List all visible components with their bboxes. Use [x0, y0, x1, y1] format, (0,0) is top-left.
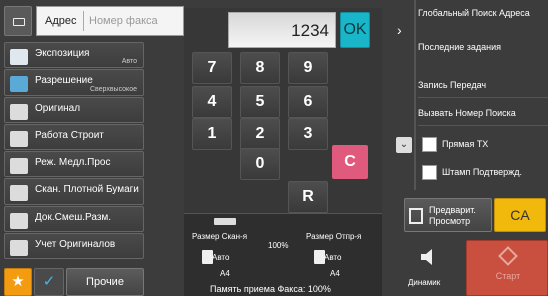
number-display-value: 1234 [291, 21, 329, 40]
ok-button[interactable]: OK [340, 12, 370, 48]
status-area: Размер Скан-я Авто A4 100% Размер Отпр-я… [184, 213, 382, 296]
slow-scan-icon [10, 158, 28, 175]
menu-item-mixed-size[interactable]: Док.Смеш.Разм. [4, 205, 144, 233]
call-search-number[interactable]: Вызвать Номер Поиска [418, 108, 548, 126]
resolution-icon [10, 76, 28, 93]
scan-size-value: Авто [212, 253, 230, 262]
other-button[interactable]: Прочие [66, 268, 144, 296]
star-icon: ★ [11, 273, 25, 290]
key-2[interactable]: 2 [240, 118, 280, 150]
keyboard-icon [13, 18, 25, 26]
global-address-search[interactable]: Глобальный Поиск Адреса [418, 8, 548, 38]
right-panel: › Глобальный Поиск Адреса Последние зада… [388, 0, 548, 296]
direct-tx-checkbox[interactable] [422, 137, 437, 152]
favorite-button[interactable]: ★ [4, 268, 32, 296]
scan-size-label: Размер Скан-я [192, 232, 248, 241]
key-7[interactable]: 7 [192, 52, 232, 84]
original-count-icon [10, 240, 28, 257]
menu-item-value: Сверхвысокое [89, 85, 137, 93]
expand-button[interactable]: › [388, 0, 416, 60]
speaker-icon [421, 249, 432, 265]
exposure-icon [10, 49, 28, 65]
menu-item-label: Реж. Медл.Прос [35, 157, 111, 169]
speaker-label: Динамик [408, 278, 441, 287]
fax-memory-status: Память приема Факса: 100% [210, 284, 331, 294]
menu-item-original-count[interactable]: Учет Оригиналов [4, 233, 144, 260]
clear-all-button[interactable]: CA [494, 198, 546, 232]
confirm-stamp-checkbox[interactable] [422, 165, 437, 180]
address-bar: Адрес Номер факса [0, 0, 184, 42]
chevron-right-icon: › [397, 22, 402, 38]
confirm-button[interactable]: ✓ [34, 268, 64, 296]
menu-item-label: Работа Строит [35, 129, 104, 141]
job-build-icon [10, 130, 28, 147]
key-1[interactable]: 1 [192, 118, 232, 150]
settings-menu: Экспозиция Авто Разрешение Сверхвысокое … [4, 42, 144, 260]
menu-item-job-build[interactable]: Работа Строит [4, 123, 144, 151]
menu-item-label: Скан. Плотной Бумаги [35, 184, 139, 196]
send-paper-size: A4 [330, 269, 340, 278]
scroll-down-button[interactable]: ⌄ [396, 137, 412, 153]
menu-item-resolution[interactable]: Разрешение Сверхвысокое [4, 69, 144, 96]
menu-item-label: Док.Смеш.Разм. [35, 211, 112, 223]
scanner-icon [214, 218, 236, 225]
original-icon [10, 103, 28, 120]
scale-ratio: 100% [268, 241, 289, 250]
start-button[interactable]: Старт [466, 240, 548, 296]
start-label: Старт [495, 271, 521, 281]
confirm-stamp-label: Штамп Подтвержд. [442, 167, 522, 177]
fax-number-input[interactable]: Номер факса [89, 15, 158, 27]
address-separator [83, 11, 84, 31]
key-6[interactable]: 6 [288, 86, 328, 118]
key-0[interactable]: 0 [240, 148, 280, 180]
key-3[interactable]: 3 [288, 118, 328, 150]
key-4[interactable]: 4 [192, 86, 232, 118]
key-8[interactable]: 8 [240, 52, 280, 84]
number-display[interactable]: 1234 [228, 12, 336, 48]
menu-item-slow-scan[interactable]: Реж. Медл.Прос [4, 151, 144, 178]
scan-paper-size: A4 [220, 269, 230, 278]
chevron-down-icon: ⌄ [399, 139, 409, 150]
address-field[interactable]: Адрес Номер факса [36, 6, 184, 36]
speaker-button[interactable]: Динамик [404, 240, 454, 296]
recent-jobs[interactable]: Последние задания [418, 42, 548, 70]
thick-paper-icon [10, 185, 28, 202]
check-icon: ✓ [42, 273, 56, 290]
menu-item-label: Экспозиция [35, 48, 90, 59]
confirm-stamp-option[interactable]: Штамп Подтвержд. [418, 160, 548, 186]
menu-item-label: Учет Оригиналов [35, 239, 116, 251]
bottom-left-controls: ★ ✓ Прочие [4, 268, 144, 296]
address-label[interactable]: Адрес [45, 15, 77, 27]
preview-label: Предварит. Просмотр [429, 205, 476, 226]
key-9[interactable]: 9 [288, 52, 328, 84]
keypad-panel: 1234 OK 7 8 9 4 5 6 1 2 3 0 C R [184, 8, 382, 216]
preview-button[interactable]: Предварит. Просмотр [404, 198, 492, 232]
key-r[interactable]: R [288, 181, 328, 213]
direct-tx-label: Прямая TX [442, 139, 489, 149]
menu-item-label: Оригинал [35, 102, 81, 114]
keyboard-button[interactable] [4, 6, 32, 36]
start-icon [498, 246, 518, 266]
clear-button[interactable]: C [332, 145, 368, 179]
direct-tx-option[interactable]: Прямая TX [418, 132, 548, 158]
menu-item-exposure[interactable]: Экспозиция Авто [4, 42, 144, 69]
panel-divider [414, 0, 416, 190]
preview-icon [409, 208, 423, 224]
menu-item-original[interactable]: Оригинал [4, 96, 144, 123]
send-size-label: Размер Отпр-я [306, 232, 362, 241]
record-transfer[interactable]: Запись Передач [418, 80, 548, 98]
key-5[interactable]: 5 [240, 86, 280, 118]
mixed-size-icon [10, 212, 28, 229]
send-size-value: Авто [324, 253, 342, 262]
menu-item-label: Разрешение [35, 75, 93, 87]
menu-item-value: Авто [121, 58, 137, 66]
menu-item-thick-paper[interactable]: Скан. Плотной Бумаги [4, 178, 144, 205]
